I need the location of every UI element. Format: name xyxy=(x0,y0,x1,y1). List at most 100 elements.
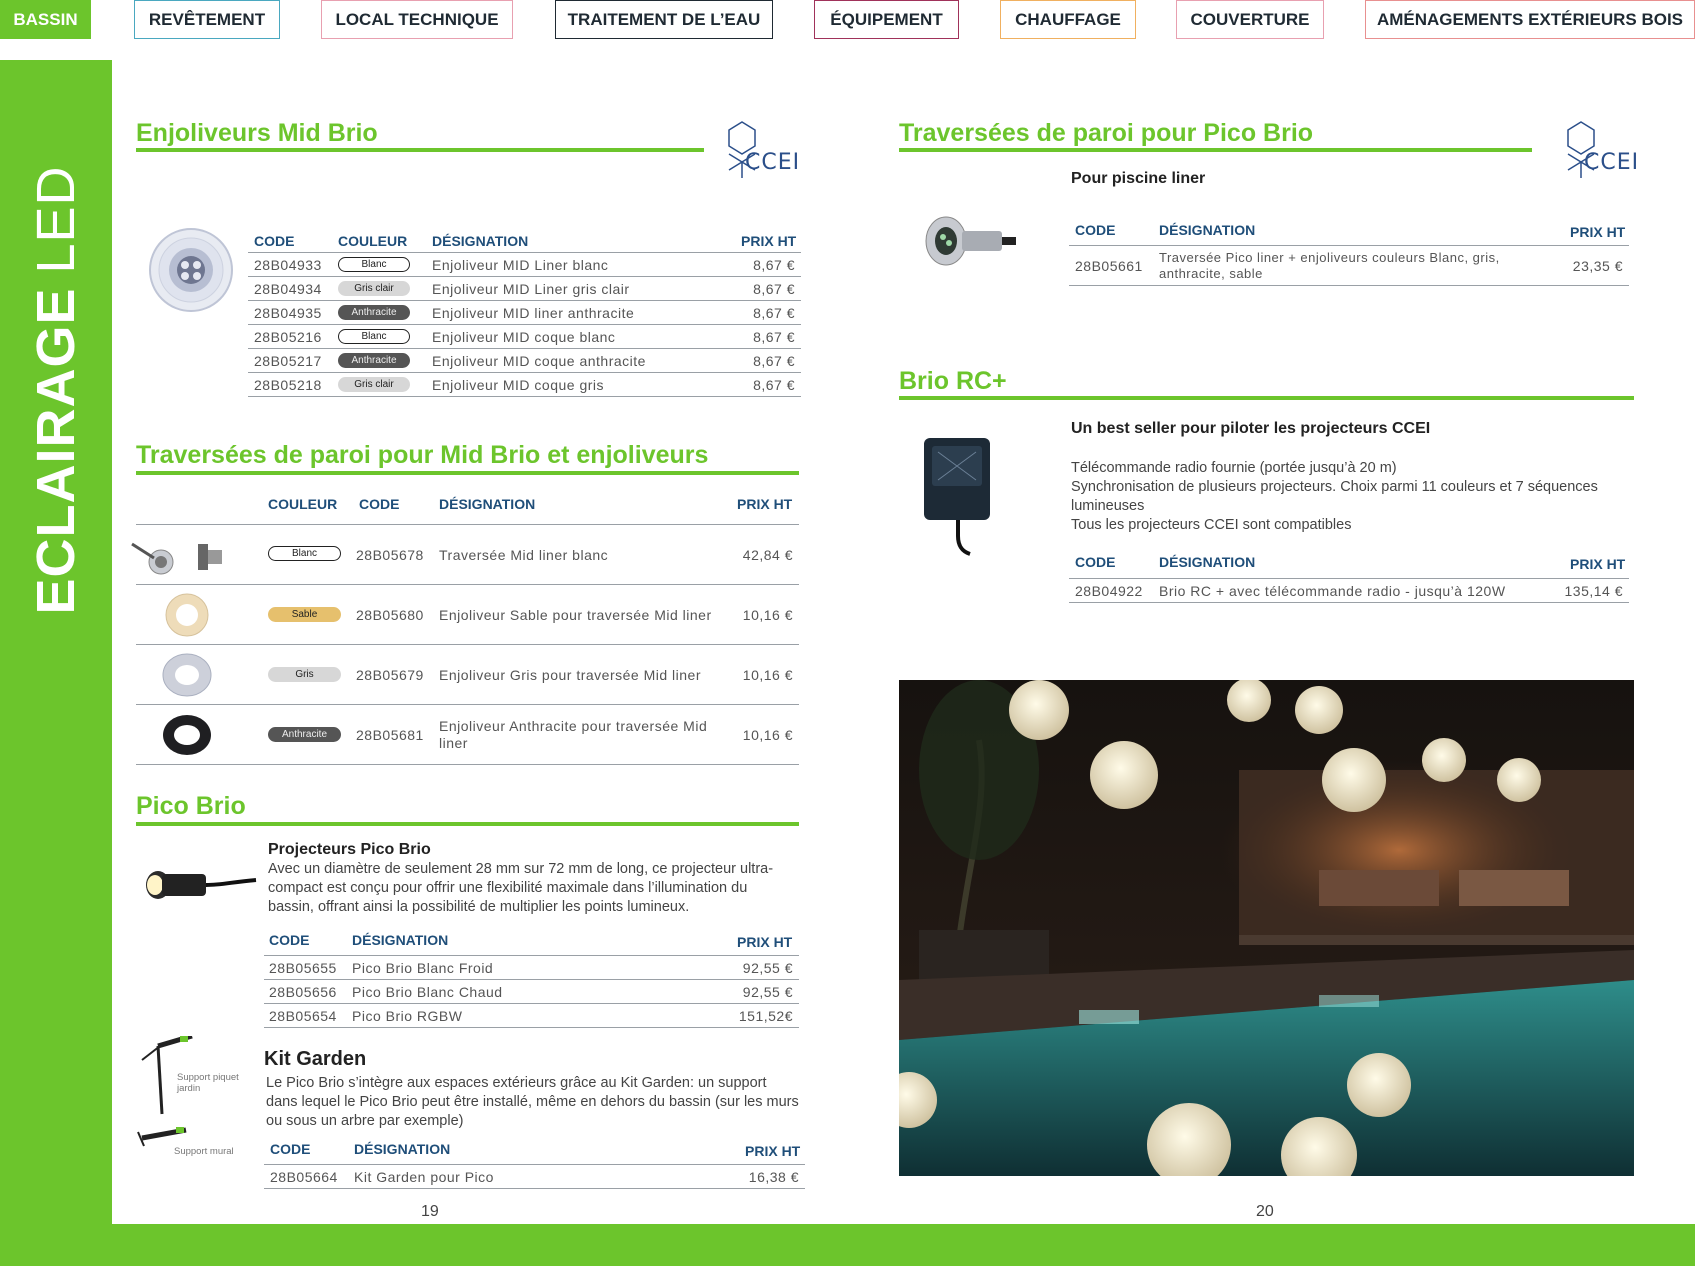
color-swatch: Anthracite xyxy=(268,727,341,742)
cell-price: 151,52€ xyxy=(738,1008,793,1024)
cell-code: 28B05655 xyxy=(269,960,337,976)
sidebar-title: ECLAIRAGELED xyxy=(26,165,86,615)
kit-garden-text: Le Pico Brio s’intègre aux espaces extér… xyxy=(266,1075,799,1129)
cell-code: 28B04934 xyxy=(254,281,322,297)
cell-price: 10,16 € xyxy=(742,607,793,623)
color-swatch: Blanc xyxy=(268,546,341,561)
tab-traitement-eau[interactable]: TRAITEMENT DE L’EAU xyxy=(555,0,773,39)
col-header-couleur: COULEUR xyxy=(338,233,408,249)
cell-designation: Kit Garden pour Pico xyxy=(354,1169,494,1185)
cell-code: 28B05218 xyxy=(254,377,322,393)
traversee-pico-image xyxy=(925,216,1016,266)
cell-designation-line2: liner xyxy=(439,735,468,751)
cell-code: 28B05661 xyxy=(1075,258,1143,274)
cell-price: 8,67 € xyxy=(753,305,795,321)
caption-support-piquet: Support piquet jardin xyxy=(177,1072,239,1094)
tab-amenagements-exterieurs-bois[interactable]: AMÉNAGEMENTS EXTÉRIEURS BOIS xyxy=(1365,0,1695,39)
caption-support-mural: Support mural xyxy=(174,1146,234,1157)
cell-code: 28B05664 xyxy=(270,1169,338,1185)
color-swatch: Gris xyxy=(268,667,341,682)
cell-code: 28B05216 xyxy=(254,329,322,345)
cell-designation: Brio RC + avec télécommande radio - jusq… xyxy=(1159,583,1506,599)
cell-price: 42,84 € xyxy=(742,547,793,563)
cell-price: 10,16 € xyxy=(742,667,793,683)
section-title-pico-brio: Pico Brio xyxy=(136,792,246,820)
cell-designation: Pico Brio Blanc Chaud xyxy=(352,984,503,1000)
col-header-prix: PRIX HT xyxy=(745,1143,801,1159)
sidebar: ECLAIRAGELED xyxy=(0,60,112,1266)
cell-designation: Enjoliveur MID coque anthracite xyxy=(432,353,646,369)
cell-designation: Enjoliveur Anthracite pour traversée Mid xyxy=(439,718,708,734)
table-row: 28B05217 Anthracite Enjoliveur MID coque… xyxy=(248,349,801,373)
table-row: Blanc 28B05678 Traversée Mid liner blanc… xyxy=(131,525,799,585)
enjoliveur-gris-image xyxy=(162,653,212,697)
support-mural-image xyxy=(137,1127,187,1147)
cell-code: 28B05679 xyxy=(356,667,424,683)
tab-bassin[interactable]: BASSIN xyxy=(0,0,91,39)
tab-equipement[interactable]: ÉQUIPEMENT xyxy=(814,0,959,39)
table-row: 28B05216 Blanc Enjoliveur MID coque blan… xyxy=(248,325,801,349)
table-row: 28B04934 Gris clair Enjoliveur MID Liner… xyxy=(248,277,801,301)
table-row: 28B05654 Pico Brio RGBW 151,52€ xyxy=(264,1004,799,1028)
brio-rc-subtitle: Un best seller pour piloter les projecte… xyxy=(1071,420,1431,437)
cell-designation: Enjoliveur MID coque gris xyxy=(432,377,605,393)
col-header-code: CODE xyxy=(269,932,310,948)
table-row: 28B04935 Anthracite Enjoliveur MID liner… xyxy=(248,301,801,325)
col-header-code: CODE xyxy=(1075,222,1116,238)
page-number-right: 20 xyxy=(1256,1203,1274,1220)
tab-chauffage[interactable]: CHAUFFAGE xyxy=(1000,0,1136,39)
page-number-left: 19 xyxy=(421,1203,439,1220)
pico-brio-text: Avec un diamètre de seulement 28 mm sur … xyxy=(268,861,774,915)
col-header-prix: PRIX HT xyxy=(741,233,797,249)
cell-price: 92,55 € xyxy=(742,960,793,976)
brio-rc-box-image xyxy=(924,438,990,556)
table-row: Sable 28B05680 Enjoliveur Sable pour tra… xyxy=(136,585,799,645)
table-row: 28B05661 Traversée Pico liner + enjolive… xyxy=(1069,246,1629,286)
enjoliveur-sable-image xyxy=(165,593,209,637)
enjoliveur-anthracite-image xyxy=(163,715,211,755)
col-header-designation: DÉSIGNATION xyxy=(354,1141,451,1157)
color-swatch: Gris clair xyxy=(338,377,410,392)
col-header-designation: DÉSIGNATION xyxy=(1159,554,1256,570)
col-header-designation: DÉSIGNATION xyxy=(432,233,529,249)
table-row: Anthracite 28B05681 Enjoliveur Anthracit… xyxy=(136,705,799,765)
kit-garden-title: Kit Garden xyxy=(264,1048,367,1070)
cell-designation: Pico Brio RGBW xyxy=(352,1008,463,1024)
col-header-code: CODE xyxy=(1075,554,1116,570)
mid-brio-enjoliveur-image xyxy=(149,228,233,312)
section-title-brio-rc: Brio RC+ xyxy=(899,367,1007,395)
cell-price: 8,67 € xyxy=(753,329,795,345)
cell-designation: Enjoliveur MID liner anthracite xyxy=(432,305,635,321)
cell-designation: Enjoliveur Sable pour traversée Mid line… xyxy=(439,607,712,623)
pico-brio-projector-image xyxy=(146,871,257,899)
tab-couverture[interactable]: COUVERTURE xyxy=(1176,0,1324,39)
cell-code: 28B04935 xyxy=(254,305,322,321)
cell-designation: Enjoliveur Gris pour traversée Mid liner xyxy=(439,667,701,683)
cell-price: 135,14 € xyxy=(1564,583,1623,599)
cell-designation: Enjoliveur MID Liner blanc xyxy=(432,257,609,273)
cell-designation: Traversée Mid liner blanc xyxy=(439,547,609,563)
color-swatch: Anthracite xyxy=(338,305,410,320)
traversee-mid-image xyxy=(131,542,222,575)
section-title-enjoliveurs-mid-brio: Enjoliveurs Mid Brio xyxy=(136,119,378,147)
ccei-logo: CCEI xyxy=(1564,120,1644,180)
cell-price: 92,55 € xyxy=(742,984,793,1000)
cell-designation: Pico Brio Blanc Froid xyxy=(352,960,494,976)
tab-revetement[interactable]: REVÊTEMENT xyxy=(134,0,280,39)
col-header-code: CODE xyxy=(270,1141,311,1157)
section-rule xyxy=(136,822,799,826)
cell-code: 28B05680 xyxy=(356,607,424,623)
col-header-prix: PRIX HT xyxy=(1570,224,1626,240)
section-rule xyxy=(899,396,1634,400)
table-row: 28B05655 Pico Brio Blanc Froid 92,55 € xyxy=(264,956,799,980)
color-swatch: Blanc xyxy=(338,329,410,344)
col-header-designation: DÉSIGNATION xyxy=(1159,222,1256,238)
col-header-prix: PRIX HT xyxy=(737,496,793,512)
ccei-logo-text: CCEI xyxy=(745,150,801,175)
col-header-prix: PRIX HT xyxy=(1570,556,1626,572)
cell-designation: Traversée Pico liner + enjoliveurs coule… xyxy=(1159,250,1500,265)
tab-local-technique[interactable]: LOCAL TECHNIQUE xyxy=(321,0,513,39)
table-row: 28B05656 Pico Brio Blanc Chaud 92,55 € xyxy=(264,980,799,1004)
cell-code: 28B05217 xyxy=(254,353,322,369)
color-swatch: Blanc xyxy=(338,257,410,272)
